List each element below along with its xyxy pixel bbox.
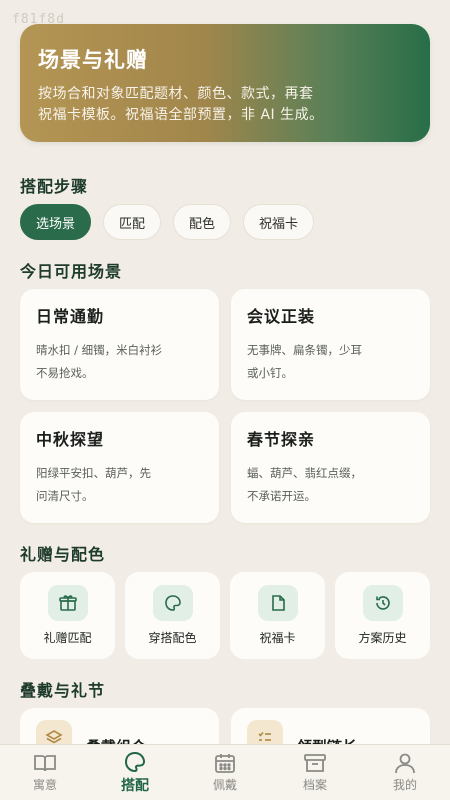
tab-label: 档案: [302, 778, 327, 792]
scene-card-midautumn[interactable]: 中秋探望 阳绿平安扣、葫芦，先 问清尺寸。: [20, 412, 219, 523]
scene-card-desc: 无事牌、扁条镯，少耳: [247, 343, 362, 357]
hero-banner: 场景与礼赠 按场合和对象匹配题材、颜色、款式，再套 祝福卡模板。祝福语全部预置，…: [20, 24, 430, 142]
scene-grid: 日常通勤 晴水扣 / 细镯，米白衬衫 不易抢戏。 会议正装 无事牌、扁条镯，少耳…: [20, 289, 430, 523]
scene-card-desc: 蝠、葫芦、翡红点缀，: [247, 466, 362, 480]
tool-label: 方案历史: [358, 631, 407, 645]
tool-label: 祝福卡: [259, 631, 296, 645]
scene-card-desc: 不承诺开运。: [247, 489, 316, 503]
tab-label: 寓意: [32, 778, 57, 792]
calendar-icon: [215, 754, 235, 773]
tab-wear[interactable]: 佩戴: [190, 752, 260, 793]
bottom-tab-bar: 寓意 搭配 佩戴 档案 我的: [0, 744, 450, 800]
plan-history-button[interactable]: 方案历史: [335, 572, 430, 659]
tool-label: 礼赠匹配: [43, 631, 92, 645]
scene-card-desc: 问清尺寸。: [36, 489, 94, 503]
scene-card-title: 会议正装: [247, 307, 316, 326]
history-icon: [362, 585, 403, 621]
tab-archive[interactable]: 档案: [280, 752, 350, 793]
scene-card-title: 中秋探望: [36, 430, 105, 449]
steps-section-title: 搭配步骤: [20, 177, 89, 196]
step-chips: 选场景 匹配 配色 祝福卡: [20, 204, 315, 240]
book-icon: [34, 755, 56, 772]
step-chip-scene[interactable]: 选场景: [20, 204, 92, 240]
card-icon: [257, 585, 298, 621]
scene-card-meeting[interactable]: 会议正装 无事牌、扁条镯，少耳 或小钉。: [231, 289, 430, 400]
user-icon: [395, 753, 415, 774]
archive-icon: [304, 754, 326, 772]
scene-card-springfestival[interactable]: 春节探亲 蝠、葫芦、翡红点缀， 不承诺开运。: [231, 412, 430, 523]
tools-section-title: 礼赠与配色: [20, 545, 106, 564]
scene-card-commute[interactable]: 日常通勤 晴水扣 / 细镯，米白衬衫 不易抢戏。: [20, 289, 219, 400]
tab-profile[interactable]: 我的: [370, 752, 440, 793]
scene-card-desc: 不易抢戏。: [36, 366, 94, 380]
blessing-card-button[interactable]: 祝福卡: [230, 572, 325, 659]
step-chip-card[interactable]: 祝福卡: [243, 204, 315, 240]
scene-card-desc: 或小钉。: [247, 366, 293, 380]
hero-desc-line2: 祝福卡模板。祝福语全部预置，非 AI 生成。: [38, 107, 324, 123]
palette-icon: [124, 751, 146, 772]
scene-card-desc: 晴水扣 / 细镯，米白衬衫: [36, 343, 163, 357]
tab-match[interactable]: 搭配: [100, 751, 170, 795]
step-chip-color[interactable]: 配色: [173, 204, 232, 240]
scenes-section-title: 今日可用场景: [20, 262, 123, 281]
tab-label: 搭配: [121, 777, 149, 794]
stack-section-title: 叠戴与礼节: [20, 681, 106, 700]
palette-icon: [152, 585, 193, 621]
tab-meaning[interactable]: 寓意: [10, 752, 80, 793]
hero-title: 场景与礼赠: [38, 48, 148, 72]
tab-label: 我的: [392, 778, 417, 792]
gift-icon: [47, 585, 88, 621]
tab-label: 佩戴: [212, 778, 237, 792]
tool-label: 穿搭配色: [148, 631, 197, 645]
scene-card-title: 春节探亲: [247, 430, 316, 449]
outfit-color-button[interactable]: 穿搭配色: [125, 572, 220, 659]
scene-card-desc: 阳绿平安扣、葫芦，先: [36, 466, 151, 480]
tool-row: 礼赠匹配 穿搭配色 祝福卡 方案历史: [20, 572, 430, 659]
hero-desc-line1: 按场合和对象匹配题材、颜色、款式，再套: [38, 86, 314, 102]
step-chip-match[interactable]: 匹配: [103, 204, 162, 240]
gift-match-button[interactable]: 礼赠匹配: [20, 572, 115, 659]
scene-card-title: 日常通勤: [36, 307, 105, 326]
